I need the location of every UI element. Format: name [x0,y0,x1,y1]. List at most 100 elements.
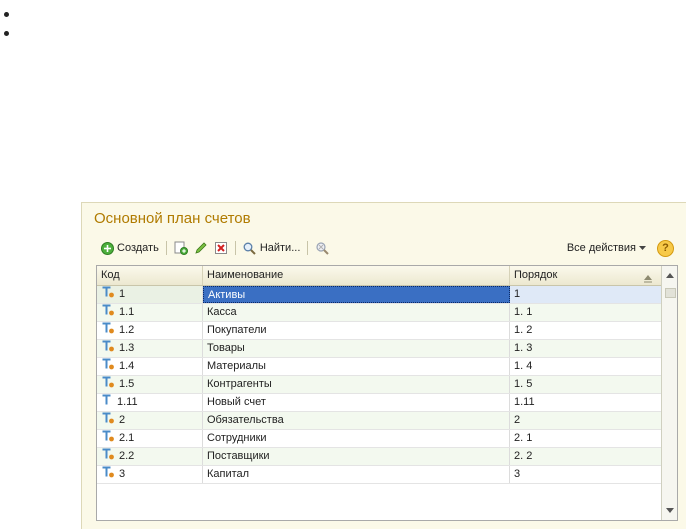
account-code: 1.11 [117,396,138,408]
cell-code[interactable]: 1.11 [97,394,203,411]
account-order[interactable]: 2. 2 [510,448,662,465]
account-icon [102,394,113,411]
account-order[interactable]: 2. 1 [510,430,662,447]
account-icon [102,304,115,321]
toolbar: Создать Найти... Все действия ? [97,238,674,258]
account-code: 2 [119,414,126,426]
cell-code[interactable]: 2.1 [97,430,203,447]
all-actions-menu[interactable]: Все действия [561,238,649,258]
cell-code[interactable]: 1.2 [97,322,203,339]
cell-code[interactable]: 3 [97,466,203,483]
account-code: 1.3 [119,342,135,354]
find-button-label: Найти... [259,242,301,254]
add-copy-icon [174,241,188,255]
account-order[interactable]: 3 [510,466,662,483]
all-actions-label: Все действия [566,242,636,254]
account-icon [102,322,115,339]
cell-code[interactable]: 2.2 [97,448,203,465]
account-code: 1 [119,288,126,300]
scroll-up-arrow[interactable] [662,268,677,283]
table-row[interactable]: 1.2 Покупатели 1. 2 [97,322,662,340]
account-name[interactable]: Сотрудники [203,430,510,447]
table-row[interactable]: 1.5 Контрагенты 1. 5 [97,376,662,394]
toolbar-separator [307,241,309,255]
table-body: 1 Активы 1 1.1 Касса 1. 1 1.2 Покупатели 1. 2 1.3… [97,286,662,484]
account-code: 1.2 [119,324,135,336]
account-order[interactable]: 1. 2 [510,322,662,339]
toolbar-separator [234,241,236,255]
chart-of-accounts-form: Основной план счетов Создать Найти... Вс… [81,202,686,529]
column-header-order-wrap[interactable]: Порядок [510,266,662,285]
table-row[interactable]: 1.4 Материалы 1. 4 [97,358,662,376]
account-name[interactable]: Касса [203,304,510,321]
copy-button[interactable] [171,238,191,258]
account-icon [102,286,115,303]
cell-code[interactable]: 2 [97,412,203,429]
table-row[interactable]: 3 Капитал 3 [97,466,662,484]
chevron-down-icon [638,241,646,255]
cell-code[interactable]: 1 [97,286,203,303]
account-code: 1.4 [119,360,135,372]
account-code: 3 [119,468,126,480]
create-button[interactable]: Создать [97,238,162,258]
column-header-name[interactable]: Наименование [203,266,510,285]
account-order[interactable]: 1. 4 [510,358,662,375]
table-row[interactable]: 2.1 Сотрудники 2. 1 [97,430,662,448]
cell-code[interactable]: 1.4 [97,358,203,375]
table-row[interactable]: 2 Обязательства 2 [97,412,662,430]
account-name[interactable]: Обязательства [203,412,510,429]
delete-button[interactable] [211,238,231,258]
scrollbar-thumb[interactable] [665,288,676,298]
cell-code[interactable]: 1.5 [97,376,203,393]
form-title: Основной план счетов [94,210,251,227]
account-icon [102,340,115,357]
table-row[interactable]: 1.11 Новый счет 1.11 [97,394,662,412]
account-order[interactable]: 1. 3 [510,340,662,357]
account-icon [102,358,115,375]
edit-button[interactable] [191,238,211,258]
account-name[interactable]: Поставщики [203,448,510,465]
column-header-order: Порядок [514,269,558,281]
account-icon [102,412,115,429]
account-code: 2.2 [119,450,135,462]
cancel-search-button[interactable] [312,238,332,258]
accounts-table: Код Наименование Порядок 1 Активы 1 1.1 Касс… [96,265,678,521]
column-header-code[interactable]: Код [97,266,203,285]
table-row[interactable]: 1.1 Касса 1. 1 [97,304,662,322]
account-icon [102,466,115,483]
account-name[interactable]: Активы [203,286,510,303]
account-icon [102,448,115,465]
account-name[interactable]: Капитал [203,466,510,483]
account-name[interactable]: Контрагенты [203,376,510,393]
cancel-search-icon [315,241,330,255]
account-name[interactable]: Новый счет [203,394,510,411]
account-order[interactable]: 1.11 [510,394,662,411]
table-header: Код Наименование Порядок [97,266,662,286]
toolbar-separator [165,241,167,255]
vertical-scrollbar[interactable] [661,266,677,520]
create-button-label: Создать [117,242,159,254]
account-icon [102,376,115,393]
account-name[interactable]: Товары [203,340,510,357]
help-button[interactable]: ? [657,239,674,257]
table-row[interactable]: 2.2 Поставщики 2. 2 [97,448,662,466]
bullet-marker [4,31,9,36]
account-order[interactable]: 2 [510,412,662,429]
account-code: 2.1 [119,432,135,444]
account-order[interactable]: 1. 5 [510,376,662,393]
table-row[interactable]: 1 Активы 1 [97,286,662,304]
account-icon [102,430,115,447]
search-icon [243,241,257,255]
account-order[interactable]: 1. 1 [510,304,662,321]
cell-code[interactable]: 1.1 [97,304,203,321]
scroll-down-arrow[interactable] [662,503,677,518]
cell-code[interactable]: 1.3 [97,340,203,357]
account-order[interactable]: 1 [510,286,662,303]
find-button[interactable]: Найти... [240,238,304,258]
table-row[interactable]: 1.3 Товары 1. 3 [97,340,662,358]
account-name[interactable]: Покупатели [203,322,510,339]
account-name[interactable]: Материалы [203,358,510,375]
plus-circle-icon [100,241,114,255]
bullet-marker [4,12,9,17]
pencil-icon [194,241,208,255]
